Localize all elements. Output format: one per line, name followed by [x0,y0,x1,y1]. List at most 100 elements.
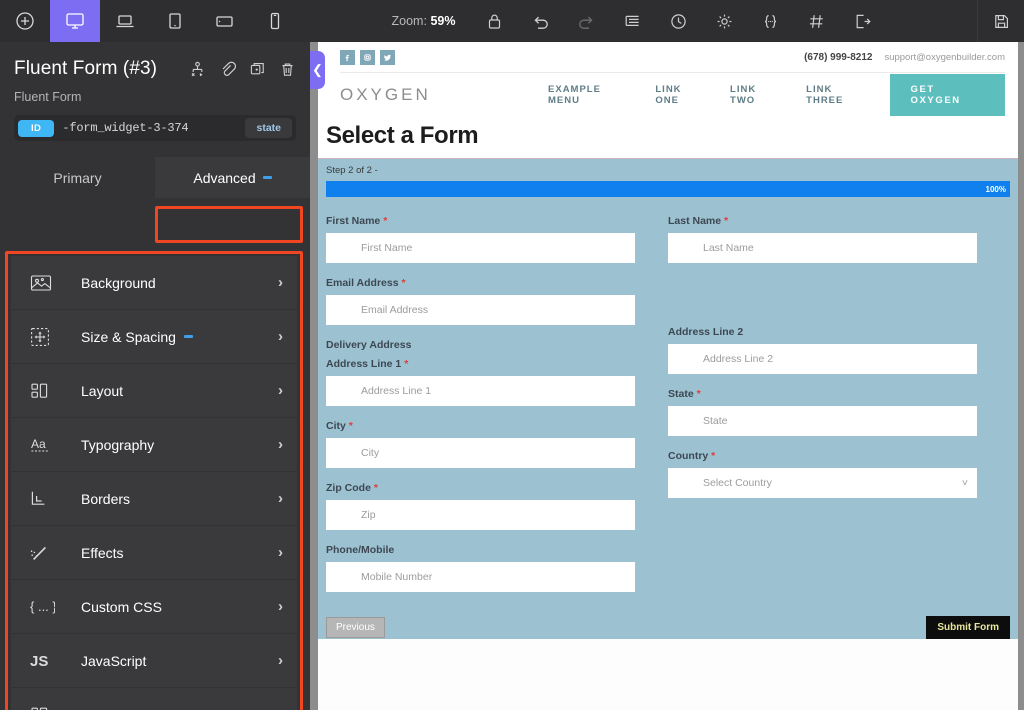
label-text: Email Address [326,277,399,289]
twitter-icon[interactable] [380,50,395,65]
tab-advanced[interactable]: Advanced [155,157,310,198]
required-marker: * [374,482,378,494]
advanced-tab-highlight [155,206,303,243]
link-icon[interactable] [219,61,236,83]
chevron-right-icon: › [278,652,283,669]
grid-hash-icon[interactable] [793,0,839,42]
structure-icon[interactable] [609,0,655,42]
save-icon[interactable] [978,0,1024,42]
preview-page: (678) 999-8212 support@oxygenbuilder.com… [318,42,1018,710]
label-text: Phone/Mobile [326,544,394,556]
chevron-right-icon: › [278,436,283,453]
state-input[interactable]: State [668,406,977,436]
site-phone[interactable]: (678) 999-8212 [804,52,872,63]
previous-button[interactable]: Previous [326,617,385,638]
chevron-right-icon: › [278,544,283,561]
required-marker: * [404,358,408,370]
field-zip-code: Zip Code * Zip [326,482,668,530]
label-text: Country [668,450,708,462]
advanced-options-list: Background › Size & Spacing › [5,251,303,710]
form-buttons: Previous Submit Form [326,616,1010,639]
undo-icon[interactable] [517,0,563,42]
settings-gear-icon[interactable] [701,0,747,42]
sidebar-item-label: Borders [81,491,130,507]
sidebar-item-effects[interactable]: Effects › [11,526,297,579]
sidebar-item-label: Effects [81,545,124,561]
site-topbar: (678) 999-8212 support@oxygenbuilder.com [318,42,1018,72]
phone-icon[interactable] [250,0,300,42]
nav-link-three[interactable]: LINK THREE [806,84,868,106]
add-icon[interactable] [0,0,50,42]
nav-link-two[interactable]: LINK TWO [730,84,781,106]
facebook-icon[interactable] [340,50,355,65]
field-email-address: Email Address * Email Address [326,277,668,325]
field-address-line-1: Address Line 1 * Address Line 1 [326,358,668,406]
state-badge[interactable]: state [245,118,292,138]
instagram-icon[interactable] [360,50,375,65]
nav-link-example-menu[interactable]: EXAMPLE MENU [548,84,630,106]
email-address-input[interactable]: Email Address [326,295,635,325]
sidebar-item-custom-css[interactable]: { ... } Custom CSS › [11,580,297,633]
country-select[interactable]: Select Country ˅ [668,468,977,498]
laptop-icon[interactable] [100,0,150,42]
attributes-icon [29,705,81,710]
city-input[interactable]: City [326,438,635,468]
sidebar-item-label: JavaScript [81,653,146,669]
code-braces-icon[interactable] [747,0,793,42]
sidebar-item-attributes[interactable]: Attributes › [11,688,297,710]
chevron-down-icon: ˅ [962,477,968,489]
last-name-input[interactable]: Last Name [668,233,977,263]
redo-icon[interactable] [563,0,609,42]
field-label: City * [326,420,668,432]
sidebar-item-label: Layout [81,383,123,399]
lock-icon[interactable] [471,0,517,42]
tablet-landscape-icon[interactable] [200,0,250,42]
sidebar-item-layout[interactable]: Layout › [11,364,297,417]
sidebar-item-borders[interactable]: Borders › [11,472,297,525]
move-node-icon[interactable] [189,61,206,83]
duplicate-icon[interactable] [249,61,266,83]
site-email[interactable]: support@oxygenbuilder.com [884,52,1005,63]
sidebar-item-label: Attributes [81,707,140,710]
history-icon[interactable] [655,0,701,42]
first-name-input[interactable]: First Name [326,233,635,263]
sidebar-item-background[interactable]: Background › [11,256,297,309]
sidebar-item-label: Background [81,275,156,291]
sidebar-item-size-spacing[interactable]: Size & Spacing › [11,310,297,363]
sidebar-item-javascript[interactable]: JS JavaScript › [11,634,297,687]
collapse-panel-handle[interactable]: ❮ [310,51,325,89]
site-logo[interactable]: OXYGEN [340,85,548,105]
id-badge[interactable]: ID [18,120,54,137]
nav-link-one[interactable]: LINK ONE [655,84,705,106]
chevron-right-icon: › [278,490,283,507]
sidebar-item-typography[interactable]: Aa Typography › [11,418,297,471]
image-icon [29,273,81,293]
exit-icon[interactable] [839,0,885,42]
get-oxygen-button[interactable]: GET OXYGEN [890,74,1005,116]
submit-form-button[interactable]: Submit Form [926,616,1010,639]
label-text: Last Name [668,215,721,227]
label-text: Zip Code [326,482,371,494]
field-label: Address Line 1 * [326,358,668,370]
tablet-portrait-icon[interactable] [150,0,200,42]
column-spacer [668,277,1010,326]
field-label: State * [668,388,1010,400]
required-marker: * [401,277,405,289]
trash-icon[interactable] [279,61,296,83]
country-select-value: Select Country [703,477,772,489]
modified-dash-indicator [184,335,193,338]
zip-code-input[interactable]: Zip [326,500,635,530]
address-line-2-input[interactable]: Address Line 2 [668,344,977,374]
tab-primary[interactable]: Primary [0,157,155,198]
element-type-label: Fluent Form [14,90,296,104]
svg-text:{ ... }: { ... } [30,599,55,614]
form-page-title: Select a Form [326,122,1018,150]
element-id-value[interactable]: -form_widget-3-374 [62,121,237,135]
layout-icon [29,381,81,401]
progress-percent: 100% [986,185,1006,194]
address-line-1-input[interactable]: Address Line 1 [326,376,635,406]
sidebar-item-label: Typography [81,437,154,453]
field-last-name: Last Name * Last Name [668,215,1010,263]
mobile-number-input[interactable]: Mobile Number [326,562,635,592]
desktop-icon[interactable] [50,0,100,42]
